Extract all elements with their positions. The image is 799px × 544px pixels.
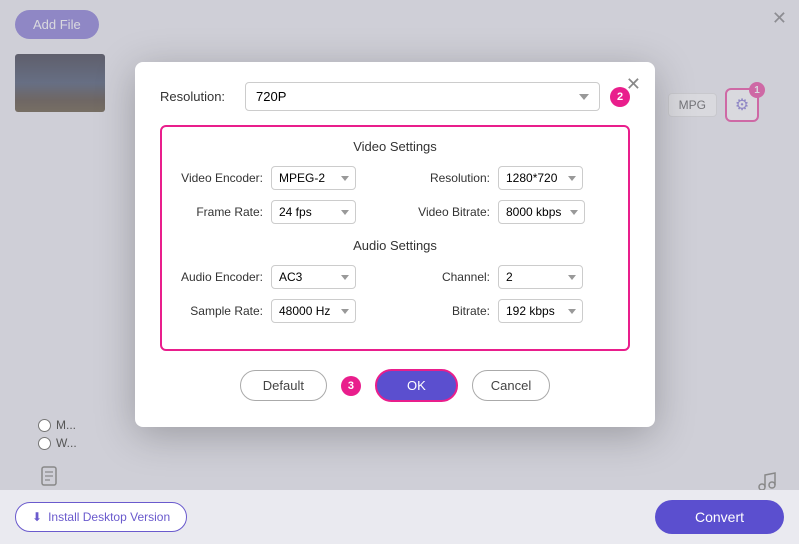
convert-button[interactable]: Convert (655, 500, 784, 534)
audio-encoder-label: Audio Encoder: (178, 270, 263, 284)
video-settings-title: Video Settings (178, 139, 612, 154)
resolution-sub-label: Resolution: (405, 171, 490, 185)
settings-box: Video Settings Video Encoder: MPEG-2 Res… (160, 125, 630, 351)
cancel-button[interactable]: Cancel (472, 370, 550, 401)
channel-select[interactable]: 2 (498, 265, 583, 289)
channel-row: Channel: 2 (405, 265, 612, 289)
bottom-bar: ⬇ Install Desktop Version Convert (0, 490, 799, 544)
frame-rate-row: Frame Rate: 24 fps (178, 200, 385, 224)
bitrate-label: Bitrate: (405, 304, 490, 318)
settings-modal: ✕ Resolution: 720P 1080P 480P 2 Video Se… (135, 62, 655, 427)
frame-rate-label: Frame Rate: (178, 205, 263, 219)
action-buttons: Default 3 OK Cancel (160, 369, 630, 402)
resolution-label: Resolution: (160, 89, 235, 104)
audio-settings-grid: Audio Encoder: AC3 Channel: 2 Sample Rat… (178, 265, 612, 323)
radio-label-1: M... (56, 418, 76, 432)
ok-button[interactable]: OK (375, 369, 458, 402)
video-bitrate-label: Video Bitrate: (405, 205, 490, 219)
video-encoder-row: Video Encoder: MPEG-2 (178, 166, 385, 190)
video-encoder-label: Video Encoder: (178, 171, 263, 185)
video-bitrate-row: Video Bitrate: 8000 kbps (405, 200, 612, 224)
audio-encoder-row: Audio Encoder: AC3 (178, 265, 385, 289)
download-icon: ⬇ (32, 510, 42, 524)
video-encoder-select[interactable]: MPEG-2 (271, 166, 356, 190)
radio-area: M... W... (38, 418, 77, 454)
step3-badge: 3 (341, 376, 361, 396)
audio-encoder-select[interactable]: AC3 (271, 265, 356, 289)
radio-input-2[interactable] (38, 437, 51, 450)
channel-label: Channel: (405, 270, 490, 284)
bitrate-row: Bitrate: 192 kbps (405, 299, 612, 323)
video-settings-grid: Video Encoder: MPEG-2 Resolution: 1280*7… (178, 166, 612, 224)
sample-rate-label: Sample Rate: (178, 304, 263, 318)
resolution-sub-row: Resolution: 1280*720 (405, 166, 612, 190)
radio-option-2: W... (38, 436, 77, 450)
resolution-select[interactable]: 720P 1080P 480P (245, 82, 600, 111)
install-label: Install Desktop Version (48, 510, 170, 524)
resolution-row: Resolution: 720P 1080P 480P 2 (160, 82, 630, 111)
radio-label-2: W... (56, 436, 77, 450)
sample-rate-select[interactable]: 48000 Hz (271, 299, 356, 323)
frame-rate-select[interactable]: 24 fps (271, 200, 356, 224)
video-bitrate-select[interactable]: 8000 kbps (498, 200, 585, 224)
radio-option-1: M... (38, 418, 77, 432)
bitrate-select[interactable]: 192 kbps (498, 299, 583, 323)
default-button[interactable]: Default (240, 370, 327, 401)
radio-input-1[interactable] (38, 419, 51, 432)
modal-close-button[interactable]: ✕ (626, 74, 641, 95)
resolution-sub-select[interactable]: 1280*720 (498, 166, 583, 190)
sample-rate-row: Sample Rate: 48000 Hz (178, 299, 385, 323)
install-button[interactable]: ⬇ Install Desktop Version (15, 502, 187, 532)
audio-settings-title: Audio Settings (178, 238, 612, 253)
